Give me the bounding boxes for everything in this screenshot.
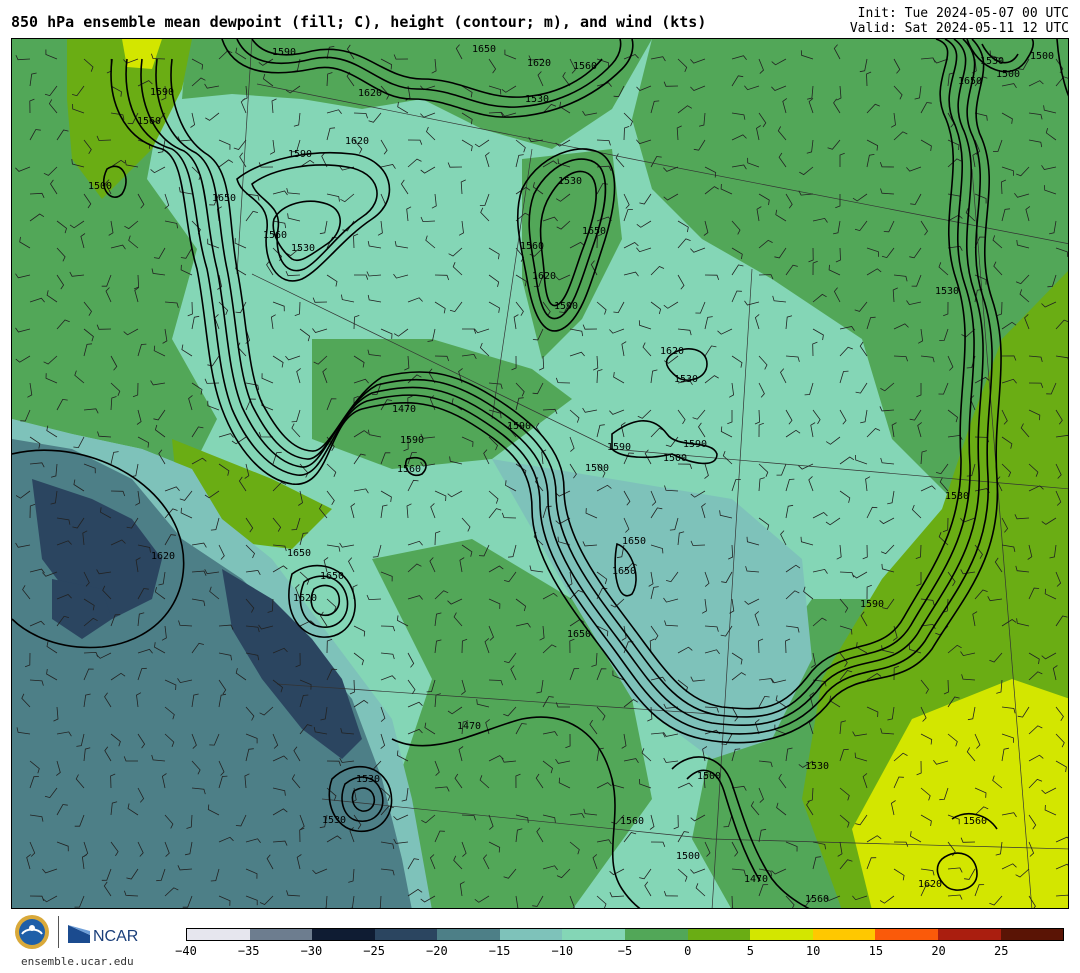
ncar-text: NCAR — [93, 928, 138, 945]
site-url: ensemble.ucar.edu — [21, 955, 134, 968]
contour-label: 1470 — [392, 404, 416, 415]
weather-map: 1590 1620 1650 1620 1530 1560 1590 1560 1500 1590… — [11, 38, 1069, 909]
contour-label: 1620 — [358, 88, 382, 99]
contour-label: 1560 — [137, 116, 161, 127]
contour-label: 1590 — [272, 47, 296, 58]
colorbar-swatch — [499, 929, 563, 940]
colorbar-tick-label: 20 — [931, 944, 946, 958]
contour-label: 1470 — [744, 874, 768, 885]
dewpoint-fill — [12, 39, 1068, 908]
contour-label: 1620 — [660, 346, 684, 357]
contour-label: 1650 — [958, 76, 982, 87]
contour-label: 1650 — [320, 571, 344, 582]
colorbar-swatch — [812, 929, 876, 940]
colorbar-tick-label: −10 — [551, 944, 574, 958]
contour-label: 1500 — [88, 181, 112, 192]
contour-label: 1500 — [697, 771, 721, 782]
valid-time: Valid: Sat 2024-05-11 12 UTC — [849, 21, 1069, 36]
contour-label: 1590 — [400, 435, 424, 446]
contour-label: 1650 — [472, 44, 496, 55]
colorbar-swatch — [249, 929, 313, 940]
dewpoint-colorbar — [186, 928, 1064, 941]
contour-label: 1560 — [520, 241, 544, 252]
init-time: Init: Tue 2024-05-07 00 UTC — [857, 6, 1069, 21]
colorbar-swatch — [625, 929, 688, 940]
contour-label: 1530 — [674, 374, 698, 385]
colorbar-swatch — [750, 929, 813, 940]
contour-label: 1530 — [356, 774, 380, 785]
contour-label: 1620 — [151, 551, 175, 562]
contour-label: 1650 — [582, 226, 606, 237]
contour-label: 1560 — [573, 61, 597, 72]
contour-label: 1470 — [457, 721, 481, 732]
contour-label: 1620 — [345, 136, 369, 147]
contour-label: 1530 — [558, 176, 582, 187]
colorbar-swatch — [187, 929, 250, 940]
contour-label: 1560 — [963, 816, 987, 827]
contour-label: 1500 — [996, 69, 1020, 80]
contour-label: 1590 — [554, 301, 578, 312]
contour-label: 1650 — [287, 548, 311, 559]
colorbar-swatch — [687, 929, 751, 940]
ncar-logo-icon: NCAR — [68, 925, 138, 945]
colorbar-tick-label: 5 — [746, 944, 755, 958]
map-canvas: 1590162016501620153015601590156015001590… — [12, 39, 1068, 908]
colorbar-swatch — [1000, 929, 1064, 940]
contour-label: 1500 — [663, 453, 687, 464]
colorbar-swatch — [312, 929, 375, 940]
colorbar-tick-label: −15 — [488, 944, 511, 958]
colorbar-tick-label: −25 — [363, 944, 385, 958]
time-info: Init: Tue 2024-05-07 00 UTC Valid: Sat 2… — [850, 6, 1069, 36]
logo-divider — [58, 916, 59, 948]
contour-label: 1500 — [585, 463, 609, 474]
contour-label: 1620 — [293, 593, 317, 604]
contour-label: 1590 — [288, 149, 312, 160]
contour-label: 1530 — [945, 491, 969, 502]
contour-label: 1560 — [620, 816, 644, 827]
contour-label: 1590 — [860, 599, 884, 610]
colorbar-swatch — [875, 929, 938, 940]
colorbar-swatch — [374, 929, 438, 940]
colorbar-swatch — [937, 929, 1001, 940]
contour-label: 1590 — [683, 439, 707, 450]
contour-label: 1500 — [1030, 51, 1054, 62]
contour-label: 1650 — [612, 566, 636, 577]
contour-label: 1650 — [212, 193, 236, 204]
colorbar-swatch — [437, 929, 500, 940]
colorbar-tick-label: 15 — [868, 944, 884, 958]
colorbar-ticks: −40 −35 −30 −25 −20 −15 −10 −5 0 5 10 15 20 25 — [175, 944, 1064, 964]
contour-label: 1530 — [935, 286, 959, 297]
contour-label: 1650 — [567, 629, 591, 640]
colorbar-tick-label: −35 — [237, 944, 260, 958]
contour-label: 1590 — [150, 87, 174, 98]
colorbar-tick-label: 25 — [994, 944, 1009, 958]
colorbar-tick-label: −40 — [175, 944, 197, 958]
contour-label: 1650 — [622, 536, 646, 547]
contour-label: 1620 — [532, 271, 556, 282]
contour-label: 1530 — [525, 94, 549, 105]
contour-label: 1590 — [607, 442, 631, 453]
contour-label: 1530 — [291, 243, 315, 254]
contour-label: 1560 — [397, 464, 421, 475]
contour-label: 1560 — [805, 894, 829, 905]
logos: NCAR ensemble.ucar.edu — [12, 914, 147, 969]
colorbar-swatch — [562, 929, 626, 940]
contour-label: 1530 — [980, 56, 1004, 67]
contour-label: 1530 — [322, 815, 346, 826]
nsf-logo-icon — [15, 915, 49, 949]
contour-label: 1590 — [507, 421, 531, 432]
contour-label: 1530 — [805, 761, 829, 772]
contour-label: 1620 — [527, 58, 551, 69]
contour-label: 1620 — [918, 879, 942, 890]
chart-title: 850 hPa ensemble mean dewpoint (fill; C)… — [11, 13, 707, 31]
contour-label: 1560 — [263, 230, 287, 241]
colorbar-tick-label: −30 — [300, 944, 323, 958]
contour-label: 1500 — [676, 851, 700, 862]
colorbar-tick-label: 10 — [805, 944, 821, 958]
colorbar-tick-label: −5 — [617, 944, 633, 958]
colorbar-tick-label: 0 — [684, 944, 692, 958]
colorbar-tick-label: −20 — [426, 944, 448, 958]
